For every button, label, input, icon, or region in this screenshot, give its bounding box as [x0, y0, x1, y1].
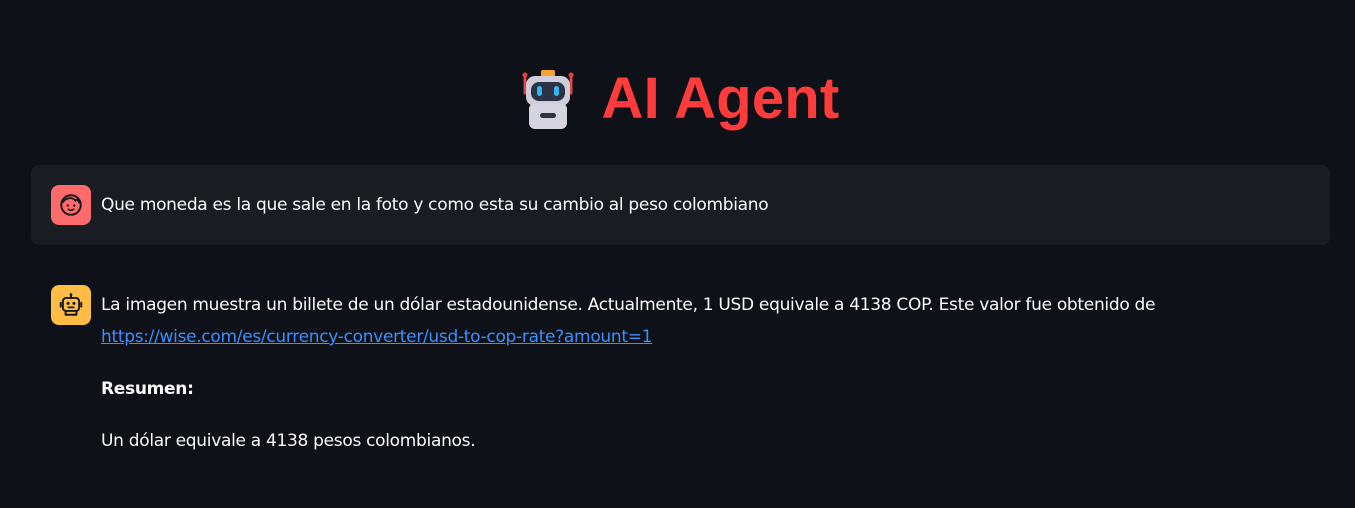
assistant-intro-text: La imagen muestra un billete de un dólar…	[101, 295, 1156, 315]
page-header: AI Agent	[0, 66, 1355, 132]
summary-text: Un dólar equivale a 4138 pesos colombian…	[101, 431, 476, 451]
assistant-message-text: La imagen muestra un billete de un dólar…	[101, 285, 1156, 457]
user-message-text: Que moneda es la que sale en la foto y c…	[101, 185, 769, 221]
chat-message-assistant: La imagen muestra un billete de un dólar…	[31, 265, 1330, 477]
source-link[interactable]: https://wise.com/es/currency-converter/u…	[101, 327, 653, 347]
assistant-avatar	[51, 285, 91, 325]
assistant-paragraph: La imagen muestra un billete de un dólar…	[101, 289, 1156, 353]
bot-icon	[59, 293, 83, 316]
chat-message-user: Que moneda es la que sale en la foto y c…	[31, 165, 1330, 245]
user-face-icon	[60, 194, 82, 216]
robot-face-icon	[522, 70, 574, 129]
app-root: AI Agent Que moneda es la que sale en la…	[0, 0, 1355, 508]
user-avatar	[51, 185, 91, 225]
summary-heading: Resumen:	[101, 379, 194, 399]
user-message-content: Que moneda es la que sale en la foto y c…	[101, 195, 769, 215]
page-title: AI Agent	[601, 66, 840, 131]
